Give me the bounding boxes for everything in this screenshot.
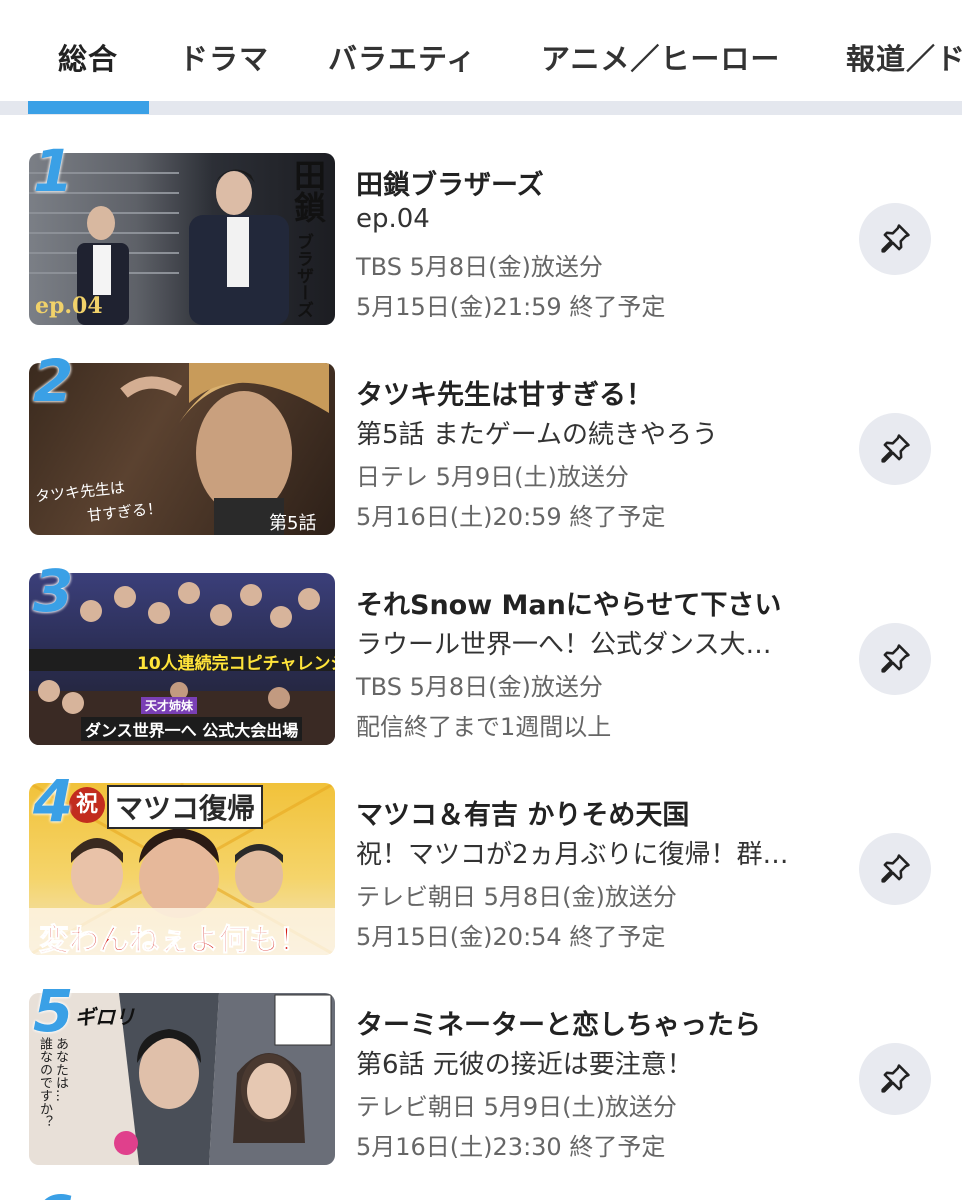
- list-item[interactable]: タツキ先生は 甘すぎる！ 第5話 2 タツキ先生は甘すぎる！ 第5話 またゲーム…: [0, 325, 962, 535]
- pin-icon: [881, 854, 910, 883]
- list-item[interactable]: マツコ復帰 祝 変わんねぇよ何も！ 4 マツコ＆有吉 かりそめ天国 祝！マツコが…: [0, 745, 962, 955]
- availability-deadline: 5月16日(土)20:59 終了予定: [356, 503, 666, 531]
- broadcast-info: テレビ朝日 5月9日(土)放送分: [356, 1093, 677, 1121]
- thumbnail-caption: 第5話: [269, 513, 317, 534]
- category-tabs: 総合 ドラマ バラエティ アニメ／ヒーロー 報道／ド: [0, 0, 962, 115]
- thumbnail-caption: ギロリ: [75, 1005, 135, 1029]
- episode-title: 第5話 またゲームの続きやろう: [356, 420, 719, 450]
- pin-button[interactable]: [859, 833, 931, 905]
- rank-number: 5: [33, 977, 74, 1045]
- rank-number: 1: [33, 137, 74, 205]
- broadcast-info: TBS 5月8日(金)放送分: [356, 253, 603, 281]
- episode-title: 祝！マツコが2ヵ月ぶりに復帰！群…: [356, 840, 789, 870]
- broadcast-info: 日テレ 5月9日(土)放送分: [356, 463, 629, 491]
- list-item[interactable]: 10人連続完コピチャレンジ ダンス世界一へ 公式大会出場 天才姉妹 3 それSn…: [0, 535, 962, 745]
- thumbnail-caption: 10人連続完コピチャレンジ: [137, 654, 335, 674]
- thumbnail-caption: 誰なのですか？: [37, 1037, 52, 1128]
- episode-title: ラウール世界一へ！公式ダンス大…: [356, 630, 772, 660]
- list-item[interactable]: 田鎖 ブラザーズ ep.04 1 田鎖ブラザーズ ep.04 TBS 5月8日(…: [0, 115, 962, 325]
- thumbnail[interactable]: タツキ先生は 甘すぎる！ 第5話: [29, 363, 335, 535]
- broadcast-info: テレビ朝日 5月8日(金)放送分: [356, 883, 677, 911]
- thumbnail-caption: ダンス世界一へ 公式大会出場: [81, 717, 303, 741]
- thumbnail-caption: マツコ復帰: [107, 785, 264, 829]
- thumbnail-caption: 田鎖: [289, 159, 327, 223]
- thumbnail-caption: 天才姉妹: [141, 697, 198, 714]
- rank-number: 3: [33, 557, 74, 625]
- list-item[interactable]: ギロリ あなたは… 誰なのですか？ 5 ターミネーターと恋しちゃったら 第6話 …: [0, 955, 962, 1165]
- episode-title: ep.04: [356, 204, 430, 234]
- program-title[interactable]: 田鎖ブラザーズ: [356, 163, 544, 202]
- thumbnail-caption: 祝: [69, 787, 105, 823]
- thumbnail[interactable]: ギロリ あなたは… 誰なのですか？: [29, 993, 335, 1165]
- pin-icon: [881, 644, 910, 673]
- tab-news[interactable]: 報道／ド: [846, 36, 962, 78]
- tab-anime-hero[interactable]: アニメ／ヒーロー: [541, 36, 780, 78]
- pin-button[interactable]: [859, 203, 931, 275]
- rank-number: 2: [33, 347, 74, 415]
- availability-deadline: 配信終了まで1週間以上: [356, 713, 612, 741]
- pin-button[interactable]: [859, 413, 931, 485]
- pin-button[interactable]: [859, 1043, 931, 1115]
- active-tab-indicator: [28, 101, 149, 114]
- program-title[interactable]: マツコ＆有吉 かりそめ天国: [356, 793, 689, 832]
- thumbnail[interactable]: 10人連続完コピチャレンジ ダンス世界一へ 公式大会出場 天才姉妹: [29, 573, 335, 745]
- availability-deadline: 5月15日(金)20:54 終了予定: [356, 923, 666, 951]
- tab-drama[interactable]: ドラマ: [179, 36, 269, 78]
- availability-deadline: 5月16日(土)23:30 終了予定: [356, 1133, 666, 1161]
- program-title[interactable]: タツキ先生は甘すぎる！: [356, 373, 653, 412]
- pin-button[interactable]: [859, 623, 931, 695]
- pin-icon: [881, 434, 910, 463]
- tab-variety[interactable]: バラエティ: [328, 36, 476, 78]
- tab-general[interactable]: 総合: [58, 36, 118, 78]
- rank-number: 4: [33, 767, 74, 835]
- thumbnail[interactable]: 田鎖 ブラザーズ ep.04: [29, 153, 335, 325]
- thumbnail-caption: 変わんねぇよ何も！: [39, 923, 310, 956]
- pin-icon: [881, 1064, 910, 1093]
- program-title[interactable]: ターミネーターと恋しちゃったら: [356, 1003, 761, 1042]
- availability-deadline: 5月15日(金)21:59 終了予定: [356, 293, 666, 321]
- thumbnail-caption: ep.04: [35, 293, 103, 319]
- episode-title: 第6話 元彼の接近は要注意！: [356, 1050, 693, 1080]
- program-title[interactable]: それSnow Manにやらせて下さい: [356, 583, 781, 622]
- list-item[interactable]: 6: [0, 1165, 962, 1200]
- broadcast-info: TBS 5月8日(金)放送分: [356, 673, 603, 701]
- pin-icon: [881, 224, 910, 253]
- thumbnail-caption: ブラザーズ: [293, 233, 313, 318]
- thumbnail[interactable]: マツコ復帰 祝 変わんねぇよ何も！: [29, 783, 335, 955]
- rank-number: 6: [33, 1183, 73, 1200]
